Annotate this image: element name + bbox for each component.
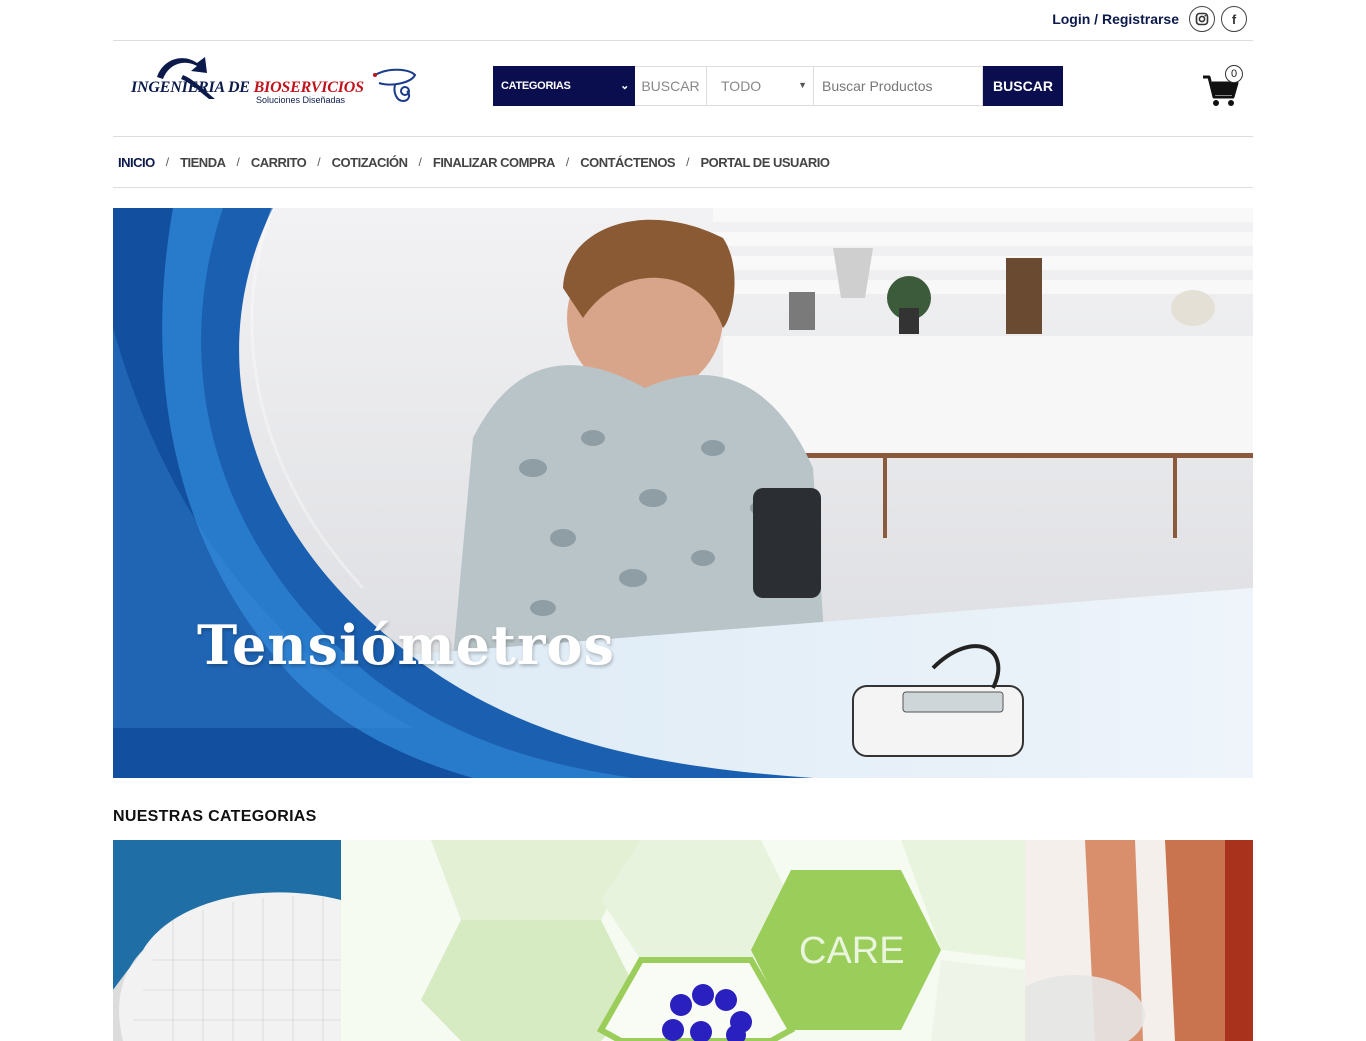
hero-banner[interactable]: Tensiómetros — [113, 208, 1253, 778]
category-image — [1025, 840, 1253, 1041]
nav-separator: / — [317, 155, 321, 169]
nav-separator: / — [165, 155, 170, 169]
nav-item-portal-usuario[interactable]: PORTAL DE USUARIO — [700, 155, 829, 170]
main-nav: INICIO / TIENDA / CARRITO / COTIZACIÓN /… — [113, 137, 1253, 188]
login-register-link[interactable]: Login / Registrarse — [1052, 11, 1179, 27]
chevron-down-icon: ⌄ — [620, 80, 629, 92]
nav-item-inicio[interactable]: INICIO — [118, 155, 155, 170]
nav-separator: / — [236, 155, 240, 169]
nav-item-carrito[interactable]: CARRITO — [251, 155, 307, 170]
cart-button[interactable]: 0 — [1201, 63, 1247, 109]
category-image — [113, 840, 341, 1041]
nav-item-cotizacion[interactable]: COTIZACIÓN — [332, 155, 408, 170]
category-tile-text: CARE — [799, 930, 905, 972]
hero-title: Tensiómetros — [197, 613, 615, 677]
category-tile[interactable] — [1025, 840, 1253, 1041]
top-bar: Login / Registrarse f — [113, 0, 1253, 41]
logo-tagline: Soluciones Diseñadas — [256, 95, 346, 105]
categories-dropdown-label: CATEGORIAS — [501, 80, 571, 92]
instagram-icon[interactable] — [1189, 6, 1215, 32]
search-label: BUSCAR — [635, 66, 707, 106]
nav-separator: / — [686, 155, 690, 169]
category-tile[interactable] — [113, 840, 341, 1041]
search-button[interactable]: BUSCAR — [983, 66, 1063, 106]
caret-down-icon: ▼ — [798, 80, 807, 90]
nav-separator: / — [565, 155, 570, 169]
categories-dropdown[interactable]: CATEGORIAS ⌄ — [493, 66, 635, 106]
category-tile[interactable]: CARE — [341, 840, 1025, 1041]
header: INGENIERIA DE BIOSERVICIOS Soluciones Di… — [113, 41, 1253, 137]
categories-section-title: NUESTRAS CATEGORIAS — [113, 808, 317, 825]
nav-separator: / — [418, 155, 422, 169]
hero-image — [113, 208, 1253, 778]
nav-item-finalizar-compra[interactable]: FINALIZAR COMPRA — [433, 155, 556, 170]
top-right-links: Login / Registrarse f — [1052, 6, 1247, 32]
search-input[interactable] — [813, 66, 983, 106]
search-scope-value: TODO — [721, 78, 762, 94]
categories-grid: CARE — [113, 840, 1253, 1041]
cart-count-badge: 0 — [1225, 65, 1243, 83]
search-scope-select[interactable]: TODO ▼ — [707, 66, 813, 106]
stethoscope-icon — [373, 68, 417, 103]
search-bar: CATEGORIAS ⌄ BUSCAR TODO ▼ BUSCAR — [493, 66, 1063, 106]
nav-item-tienda[interactable]: TIENDA — [180, 155, 226, 170]
nav-item-contactenos[interactable]: CONTÁCTENOS — [580, 155, 675, 170]
site-logo[interactable]: INGENIERIA DE BIOSERVICIOS Soluciones Di… — [129, 55, 419, 111]
category-image — [341, 840, 1025, 1041]
facebook-icon[interactable]: f — [1221, 6, 1247, 32]
